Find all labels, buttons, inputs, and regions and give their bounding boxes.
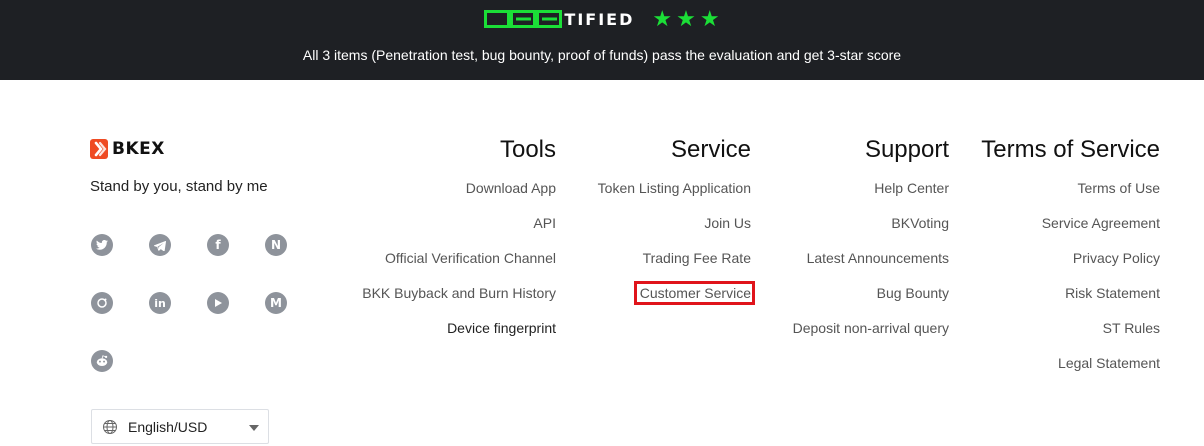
certification-description: All 3 items (Penetration test, bug bount… — [302, 47, 902, 63]
support-column: Support Help Center BKVoting Latest Anno… — [793, 134, 949, 355]
star-icon: ★ — [676, 6, 696, 31]
risk-statement-link[interactable]: Risk Statement — [981, 285, 1160, 320]
terms-of-use-link[interactable]: Terms of Use — [981, 180, 1160, 215]
certification-banner: TIFIED ★ ★ ★ All 3 items (Penetration te… — [0, 0, 1204, 80]
service-column: Service Token Listing Application Join U… — [598, 134, 755, 320]
facebook-icon[interactable]: f — [207, 234, 229, 256]
language-selector[interactable]: English/USD — [91, 409, 269, 444]
linkedin-icon[interactable]: in — [149, 292, 171, 314]
instagram-icon[interactable] — [91, 292, 113, 314]
cer-logo-icon: TIFIED — [484, 10, 634, 29]
legal-statement-link[interactable]: Legal Statement — [981, 355, 1160, 390]
globe-icon — [103, 419, 117, 434]
official-verification-link[interactable]: Official Verification Channel — [362, 250, 556, 285]
terms-column: Terms of Service Terms of Use Service Ag… — [981, 134, 1160, 390]
naver-icon[interactable]: N — [265, 234, 287, 256]
chevron-down-icon — [249, 425, 259, 431]
tools-title: Tools — [499, 136, 556, 163]
bkvoting-link[interactable]: BKVoting — [793, 215, 949, 250]
tools-column: Tools Download App API Official Verifica… — [362, 134, 556, 355]
download-app-link[interactable]: Download App — [362, 180, 556, 215]
bkex-logo-icon — [90, 139, 108, 159]
customer-service-highlight: Customer Service — [633, 281, 755, 305]
bkk-buyback-link[interactable]: BKK Buyback and Burn History — [362, 285, 556, 320]
star-icon: ★ — [652, 6, 673, 31]
certified-badge: TIFIED ★ ★ ★ — [0, 7, 1204, 31]
privacy-policy-link[interactable]: Privacy Policy — [981, 250, 1160, 285]
token-listing-link[interactable]: Token Listing Application — [598, 180, 751, 215]
brand-slogan: Stand by you, stand by me — [90, 178, 268, 195]
rating-stars: ★ ★ ★ — [652, 8, 719, 30]
support-title: Support — [864, 136, 949, 163]
star-icon: ★ — [699, 6, 720, 31]
deposit-query-link[interactable]: Deposit non-arrival query — [793, 320, 949, 355]
brand-name: BKEX — [112, 139, 165, 159]
youtube-icon[interactable] — [207, 292, 229, 314]
service-agreement-link[interactable]: Service Agreement — [981, 215, 1160, 250]
device-fingerprint-link[interactable]: Device fingerprint — [362, 320, 556, 355]
join-us-link[interactable]: Join Us — [598, 215, 751, 250]
medium-icon[interactable]: M — [265, 292, 287, 314]
st-rules-link[interactable]: ST Rules — [981, 320, 1160, 355]
telegram-icon[interactable] — [149, 234, 171, 256]
customer-service-link[interactable]: Customer Service — [598, 281, 755, 320]
bug-bounty-link[interactable]: Bug Bounty — [793, 285, 949, 320]
terms-title: Terms of Service — [981, 136, 1160, 163]
help-center-link[interactable]: Help Center — [793, 180, 949, 215]
service-title: Service — [670, 136, 751, 163]
trading-fee-link[interactable]: Trading Fee Rate — [598, 250, 751, 285]
reddit-icon[interactable] — [91, 350, 113, 372]
api-link[interactable]: API — [362, 215, 556, 250]
twitter-icon[interactable] — [91, 234, 113, 256]
latest-announcements-link[interactable]: Latest Announcements — [793, 250, 949, 285]
brand-logo[interactable]: BKEX — [90, 139, 165, 159]
certified-text: TIFIED — [564, 9, 635, 29]
language-label: English/USD — [128, 418, 208, 435]
